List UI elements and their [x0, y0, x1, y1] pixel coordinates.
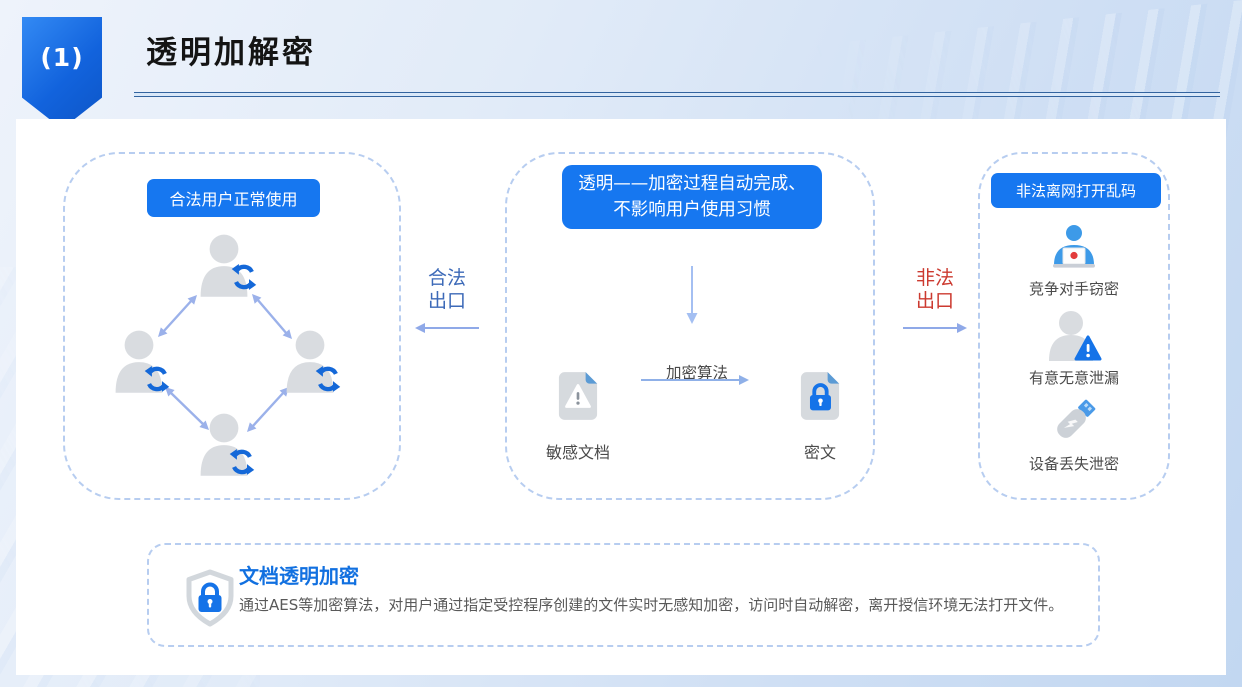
shield-lock-icon [185, 569, 235, 627]
threat-label: 有意无意泄漏 [1029, 367, 1119, 388]
legal-exit-label-line1: 合法 [412, 267, 482, 290]
ciphertext-label: 密文 [755, 439, 885, 463]
legal-users-box-title: 合法用户正常使用 [147, 179, 320, 217]
section-number: (1) [40, 43, 83, 129]
legal-exit-label-line2: 出口 [412, 290, 482, 313]
illegal-exit-label-line2: 出口 [900, 290, 970, 313]
arrow-down-icon [684, 266, 700, 326]
threat-label: 设备丢失泄密 [1029, 453, 1119, 474]
transparent-encryption-box: 透明——加密过程自动完成、 不影响用户使用习惯 加密算法 [505, 152, 875, 500]
legal-exit-flow: 合法 出口 [412, 267, 482, 338]
content-panel: 合法用户正常使用 [16, 119, 1226, 675]
threat-item: 竞争对手窃密 [980, 224, 1168, 299]
illegal-offline-box: 非法离网打开乱码 竞争对手窃密 [978, 152, 1170, 500]
illegal-exit-label-line1: 非法 [900, 267, 970, 290]
arrow-left-icon [413, 322, 481, 334]
threat-item: 有意无意泄漏 [980, 311, 1168, 388]
arrow-right-icon [901, 322, 969, 334]
section-number-ribbon: (1) [22, 17, 102, 129]
feature-summary-box: 文档透明加密 通过AES等加密算法，对用户通过指定受控程序创建的文件实时无感知加… [147, 543, 1100, 647]
title-line1: 透明——加密过程自动完成、 [578, 171, 806, 197]
user-network-diagram [71, 226, 397, 494]
title-underline [134, 92, 1220, 97]
legal-users-box: 合法用户正常使用 [63, 152, 401, 500]
sensitive-document-icon [557, 369, 599, 423]
user-icon [287, 331, 334, 393]
hacker-laptop-icon [1045, 224, 1103, 272]
user-warning-icon [1045, 311, 1103, 361]
sensitive-document-label: 敏感文档 [513, 439, 643, 463]
page-title: 透明加解密 [146, 27, 316, 72]
usb-drive-icon [1046, 395, 1102, 447]
arrow-right-icon [639, 373, 751, 387]
network-arrows [163, 299, 287, 427]
threat-item: 设备丢失泄密 [980, 395, 1168, 474]
title-line2: 不影响用户使用习惯 [613, 197, 771, 223]
threat-label: 竞争对手窃密 [1029, 278, 1119, 299]
slide: (1) 透明加解密 合法用户正常使用 [0, 0, 1242, 687]
encrypted-document-icon [799, 369, 841, 423]
feature-description: 通过AES等加密算法，对用户通过指定受控程序创建的文件实时无感知加密，访问时自动… [239, 592, 1075, 619]
illegal-offline-box-title: 非法离网打开乱码 [991, 173, 1161, 208]
user-icon [116, 331, 163, 393]
feature-title: 文档透明加密 [239, 560, 359, 589]
transparent-encryption-box-title: 透明——加密过程自动完成、 不影响用户使用习惯 [562, 165, 822, 229]
illegal-exit-flow: 非法 出口 [900, 267, 970, 338]
user-icon [201, 414, 248, 476]
